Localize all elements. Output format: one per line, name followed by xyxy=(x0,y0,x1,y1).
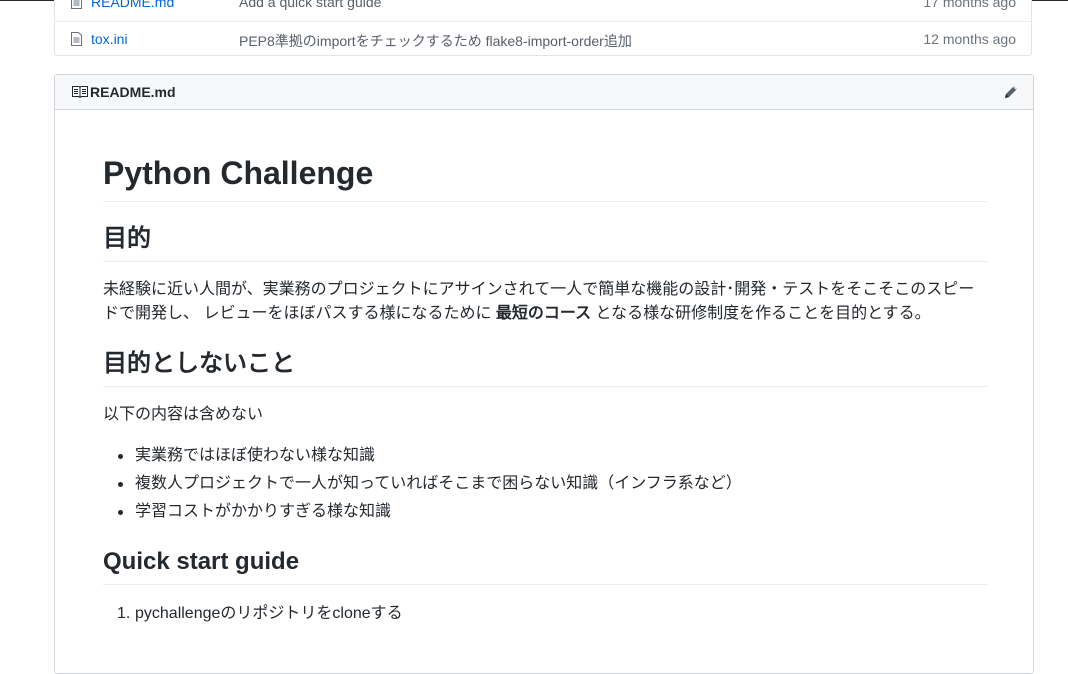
file-row-readme[interactable]: README.md Add a quick start guide 17 mon… xyxy=(55,0,1031,22)
step-text: pychallengeのリポジトリをcloneする xyxy=(135,605,403,622)
non-goals-intro: 以下の内容は含めない xyxy=(103,406,264,423)
readme-title: Python Challenge xyxy=(103,153,987,202)
readme-box: README.md Python Challenge 目的 未経験に近い人間が、… xyxy=(54,74,1034,674)
file-text-icon xyxy=(71,32,82,46)
list-item: 1. pychallengeのリポジトリをcloneする xyxy=(103,602,987,626)
step-number: 1. xyxy=(117,605,131,622)
file-row-tox[interactable]: tox.ini PEP8準拠のimportをチェックするため flake8-im… xyxy=(55,21,1031,58)
purpose-text-after: となる様な研修制度を作ることを目的とする。 xyxy=(591,305,931,322)
section-heading-non-goals: 目的としないこと xyxy=(103,349,987,387)
file-name-link[interactable]: README.md xyxy=(91,0,174,10)
pencil-icon[interactable] xyxy=(1003,84,1019,100)
quick-start-steps: 1. pychallengeのリポジトリをcloneする xyxy=(103,602,987,626)
commit-age: 17 months ago xyxy=(923,0,1016,10)
purpose-text-bold: 最短のコース xyxy=(495,305,592,322)
file-name-link[interactable]: tox.ini xyxy=(91,31,128,47)
commit-message-link[interactable]: Add a quick start guide xyxy=(239,0,381,10)
section-heading-quick-start: Quick start guide xyxy=(103,547,987,585)
list-item: 実業務ではほぼ使わない様な知識 xyxy=(103,444,987,472)
readme-header: README.md xyxy=(55,75,1033,110)
non-goals-list: 実業務ではほぼ使わない様な知識 複数人プロジェクトで一人が知っていればそこまで困… xyxy=(103,444,987,528)
commit-age: 12 months ago xyxy=(923,31,1016,47)
book-icon xyxy=(72,86,88,98)
list-item: 複数人プロジェクトで一人が知っていればそこまで困らない知識（インフラ系など） xyxy=(103,472,987,500)
list-item: 学習コストがかかりすぎる様な知識 xyxy=(103,500,987,528)
commit-message-link[interactable]: PEP8準拠のimportをチェックするため flake8-import-ord… xyxy=(239,31,632,51)
readme-header-title: README.md xyxy=(90,84,176,100)
section-heading-purpose: 目的 xyxy=(103,224,987,262)
file-text-icon xyxy=(71,0,82,9)
purpose-paragraph: 未経験に近い人間が、実業務のプロジェクトにアサインされて一人で簡単な機能の設計･… xyxy=(103,278,977,326)
file-list: README.md Add a quick start guide 17 mon… xyxy=(54,0,1032,56)
